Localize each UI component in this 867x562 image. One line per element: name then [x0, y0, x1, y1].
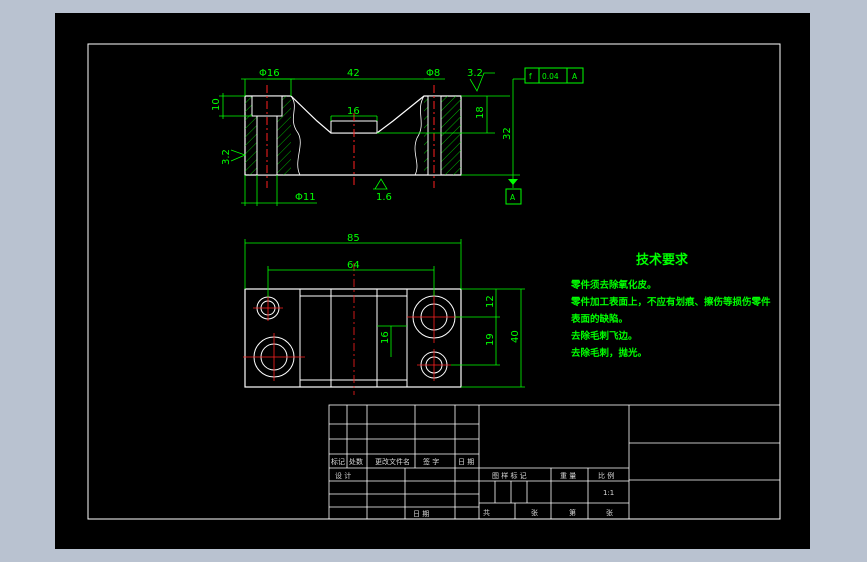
dim-hole-bottom: Φ11 [295, 192, 316, 203]
top-dimension-lines [244, 239, 525, 388]
tech-req-line-3: 表面的缺陷。 [570, 313, 628, 325]
dim-step-height: 18 [475, 106, 486, 119]
datum-triangle [508, 179, 518, 185]
technical-requirements: 技术要求 零件须去除氧化皮。 零件加工表面上，不应有划痕、擦伤等损伤零件 表面的… [570, 252, 771, 359]
dim-total-height: 32 [502, 127, 513, 140]
tech-req-title: 技术要求 [636, 252, 689, 268]
tb-header-date: 日 期 [458, 458, 474, 466]
dim-roughness-bottom: 1.6 [376, 192, 392, 203]
dim-span-top: 42 [347, 68, 360, 79]
tb-header-mark: 标记 [331, 457, 345, 466]
top-view: 85 64 12 16 19 40 [243, 233, 525, 395]
tolerance-value: 0.04 [542, 72, 559, 81]
tb-header-sign: 签 字 [423, 457, 439, 466]
dim-overall-length: 85 [347, 233, 360, 244]
tb-scale-value: 1:1 [603, 489, 614, 497]
dim-overall-width: 40 [510, 330, 521, 343]
drawing-sheet: f 0.04 A A Φ16 42 Φ8 3.2 10 16 18 32 3.2… [55, 13, 810, 549]
dim-roughness-left: 3.2 [221, 149, 232, 165]
tb-sheets-2: 张 [606, 508, 613, 517]
tech-req-line-2: 零件加工表面上，不应有划痕、擦伤等损伤零件 [570, 296, 771, 308]
dim-hole-right: Φ8 [426, 68, 440, 79]
dim-slot: 16 [380, 331, 391, 344]
top-view-outline [244, 288, 462, 388]
tech-req-line-5: 去除毛刺，抛光。 [571, 347, 647, 359]
tb-designer: 设 计 [335, 471, 351, 480]
tb-date-label: 日 期 [413, 510, 429, 518]
dim-hole-offset: 19 [485, 333, 496, 346]
front-view: f 0.04 A A Φ16 42 Φ8 3.2 10 16 18 32 3.2… [211, 67, 584, 206]
dim-roughness-top: 3.2 [467, 68, 483, 79]
break-line-right [414, 95, 425, 176]
tb-scale-label: 比 例 [598, 471, 614, 480]
dim-slot-width: 16 [347, 106, 360, 117]
tb-weight: 重 量 [560, 472, 576, 480]
tech-req-line-1: 零件须去除氧化皮。 [570, 279, 657, 291]
top-view-centerlines [243, 263, 460, 395]
dim-hole-spacing: 64 [347, 260, 360, 271]
break-line-left [290, 95, 301, 176]
tech-req-line-4: 去除毛刺飞边。 [571, 330, 638, 342]
dim-height-left: 10 [211, 98, 222, 111]
dim-hole-top: Φ16 [259, 68, 280, 79]
tb-page: 第 [569, 508, 576, 517]
tolerance-datum: A [572, 72, 578, 81]
tolerance-symbol: f [529, 72, 532, 81]
tb-header-count: 处数 [349, 457, 363, 466]
tolerance-frame: f 0.04 A [524, 67, 584, 84]
tb-header-file: 更改文件名 [375, 457, 410, 466]
dim-offset-right: 12 [485, 295, 496, 308]
tb-total: 共 [483, 508, 490, 517]
title-block-text: 标记 处数 更改文件名 签 字 日 期 设 计 日 期 图 样 标 记 重 量 … [331, 457, 614, 518]
datum-label: A [510, 193, 516, 202]
tb-sheets-1: 张 [531, 508, 538, 517]
tb-pattern-mark: 图 样 标 记 [492, 471, 527, 480]
